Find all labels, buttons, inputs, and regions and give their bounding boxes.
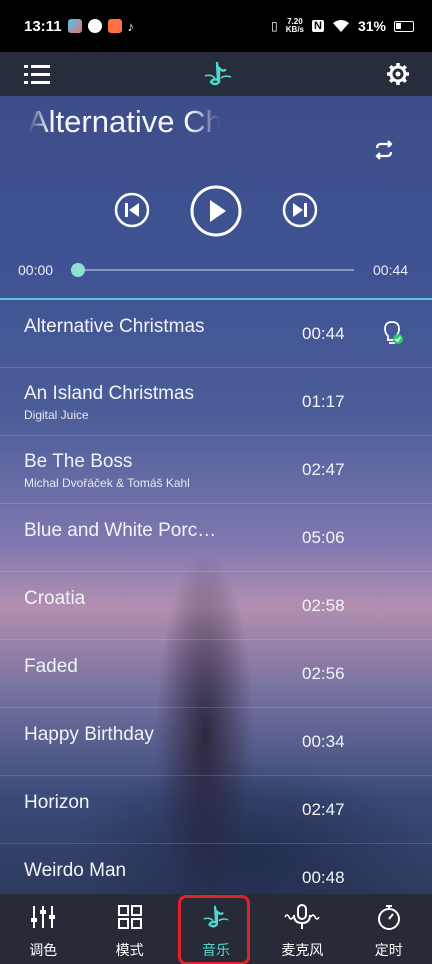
- gear-icon[interactable]: [386, 62, 410, 86]
- progress-knob[interactable]: [71, 263, 85, 277]
- previous-button[interactable]: [114, 192, 150, 228]
- song-duration: 02:47: [302, 460, 345, 479]
- menu-icon[interactable]: [24, 63, 50, 85]
- app-notification-icon: [87, 19, 102, 33]
- nav-item-music[interactable]: 音乐: [173, 894, 259, 964]
- wifi-icon: [332, 20, 349, 32]
- repeat-icon[interactable]: [372, 138, 396, 162]
- song-duration: 00:34: [302, 732, 345, 751]
- song-duration: 02:47: [302, 800, 345, 819]
- song-duration: 02:58: [302, 596, 345, 615]
- battery-icon: [394, 20, 414, 32]
- song-duration: 00:44: [302, 324, 345, 343]
- song-title: Horizon: [24, 792, 90, 813]
- song-duration: 01:17: [302, 392, 345, 411]
- nav-item-timer[interactable]: 定时: [346, 894, 432, 964]
- microphone-icon: [284, 904, 321, 929]
- nav-label: 模式: [115, 942, 144, 958]
- list-item[interactable]: Blue and White Porc… 05:06: [0, 504, 432, 572]
- list-item[interactable]: An Island Christmas Digital Juice 01:17: [0, 368, 432, 436]
- song-title: Croatia: [24, 588, 86, 609]
- song-title: Blue and White Porc…: [24, 520, 217, 541]
- tiktok-icon: ♪: [127, 18, 135, 34]
- song-artist: Michal Dvořáček & Tomáš Kahl: [24, 476, 190, 490]
- song-title: An Island Christmas: [24, 383, 195, 404]
- play-icon: [190, 185, 242, 237]
- song-artist: Digital Juice: [24, 408, 89, 422]
- now-playing-title: Alternative Christmas: [28, 104, 323, 139]
- song-title: Alternative Christmas: [24, 316, 205, 337]
- nav-label: 定时: [374, 942, 403, 958]
- playing-bulb-icon: [384, 321, 403, 344]
- progress-track[interactable]: [78, 269, 354, 271]
- timer-icon: [377, 905, 400, 930]
- elapsed-time: 00:00: [18, 262, 54, 278]
- list-item[interactable]: Be The Boss Michal Dvořáček & Tomáš Kahl…: [0, 436, 432, 504]
- skip-next-icon: [282, 192, 318, 228]
- song-duration: 00:48: [302, 868, 345, 887]
- list-item[interactable]: Croatia 02:58: [0, 572, 432, 640]
- network-speed: 7.20 KB/s: [285, 17, 305, 34]
- app-notification-icon: [67, 19, 82, 33]
- nfc-icon: N: [312, 20, 324, 32]
- nav-label: 音乐: [201, 942, 230, 958]
- app-bar: [0, 52, 432, 96]
- song-duration: 02:56: [302, 664, 345, 683]
- app-notification-icon: [107, 19, 122, 33]
- nav-item-color[interactable]: 调色: [0, 894, 86, 964]
- skip-previous-icon: [114, 192, 150, 228]
- player-panel: Alternative Christmas 00:00 00:44: [0, 96, 432, 300]
- battery-percent: 31%: [357, 18, 386, 34]
- total-duration: 00:44: [373, 262, 409, 278]
- nav-item-mode[interactable]: 模式: [86, 894, 172, 964]
- music-note-icon: [204, 61, 232, 86]
- song-list: Alternative Christmas 00:44 An Island Ch…: [0, 300, 432, 894]
- list-item[interactable]: Weirdo Man 00:48: [0, 844, 432, 894]
- list-item[interactable]: Alternative Christmas 00:44: [0, 300, 432, 368]
- grid-icon: [117, 905, 142, 929]
- next-button[interactable]: [282, 192, 318, 228]
- play-button[interactable]: [190, 185, 242, 237]
- status-time: 13:11: [24, 17, 62, 35]
- song-title: Be The Boss: [24, 451, 133, 472]
- list-item[interactable]: Faded 02:56: [0, 640, 432, 708]
- nav-label: 调色: [29, 942, 58, 958]
- vibrate-icon: ▯: [271, 19, 278, 33]
- bottom-nav: 调色 模式 音乐 麦克风 定时: [0, 894, 432, 964]
- nav-item-microphone[interactable]: 麦克风: [259, 894, 345, 964]
- list-item[interactable]: Happy Birthday 00:34: [0, 708, 432, 776]
- song-title: Weirdo Man: [24, 860, 127, 881]
- song-title: Faded: [24, 656, 78, 677]
- song-duration: 05:06: [302, 528, 345, 547]
- sliders-icon: [31, 906, 56, 928]
- song-title: Happy Birthday: [24, 724, 154, 745]
- status-bar: 13:11 ♪ ▯ 7.20 KB/s N 31%: [0, 0, 432, 52]
- music-note-icon: [203, 905, 229, 928]
- list-item[interactable]: Horizon 02:47: [0, 776, 432, 844]
- nav-label: 麦克风: [281, 942, 324, 958]
